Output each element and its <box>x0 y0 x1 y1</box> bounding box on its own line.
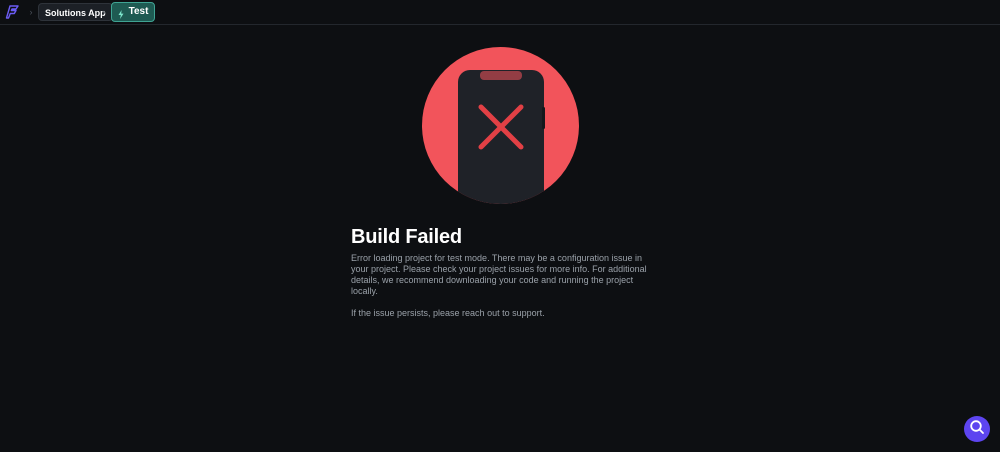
test-mode-label: Test <box>128 6 149 17</box>
support-note: If the issue persists, please reach out … <box>351 308 545 318</box>
help-search-button[interactable] <box>964 416 990 442</box>
test-mode-badge[interactable]: Test <box>111 2 155 22</box>
error-message: Error loading project for test mode. The… <box>351 253 647 296</box>
build-status-panel: Build Failed Error loading project for t… <box>351 225 651 319</box>
phone-error-x-icon <box>422 47 579 204</box>
chevron-right-icon: › <box>102 7 106 17</box>
top-bar: › Solutions App › Test <box>0 0 1000 25</box>
page: › Solutions App › Test Build Failed Erro… <box>0 0 1000 452</box>
flutterflow-logo-icon[interactable] <box>5 4 21 20</box>
chevron-right-icon: › <box>29 7 33 17</box>
build-failed-title: Build Failed <box>351 226 462 248</box>
search-help-icon <box>969 419 985 440</box>
lightning-bolt-icon <box>118 8 124 19</box>
